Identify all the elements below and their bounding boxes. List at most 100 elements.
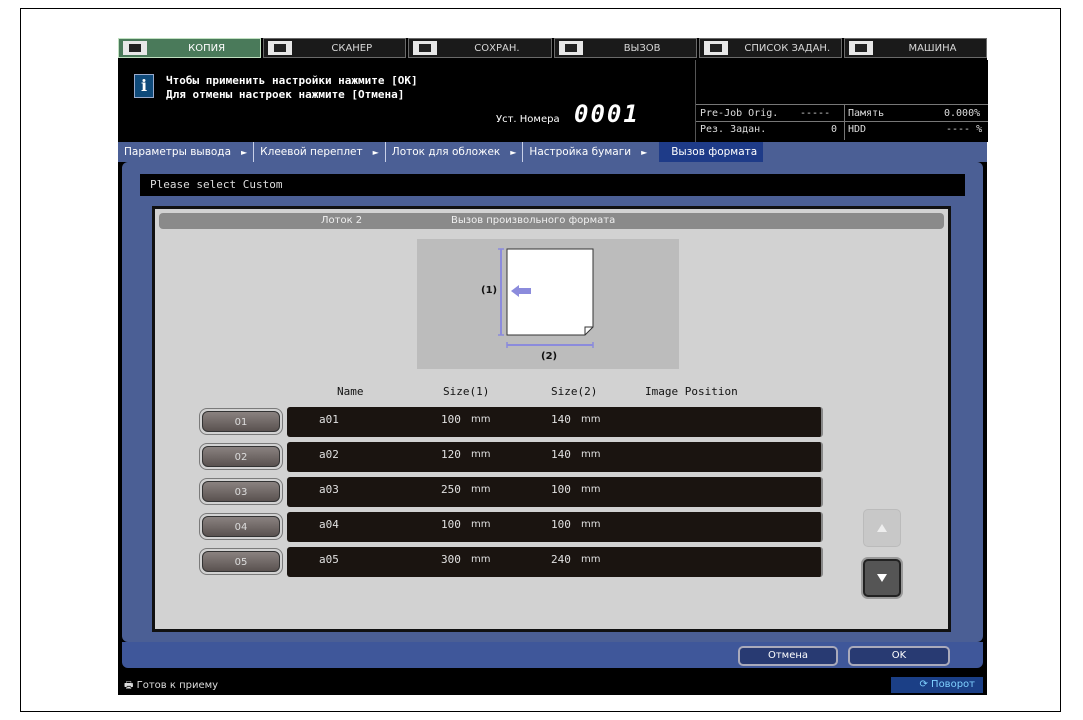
row-size1: 120 xyxy=(441,448,461,461)
tab-job-list[interactable]: СПИСОК ЗАДАН. xyxy=(698,38,842,58)
column-image-position: Image Position xyxy=(645,385,738,398)
main-panel: Please select Custom Лоток 2 Вызов произ… xyxy=(122,162,983,642)
row-size2: 140 xyxy=(551,448,571,461)
scanner-icon xyxy=(268,41,293,55)
save-icon xyxy=(413,41,438,55)
select-row-04-button[interactable]: 04 xyxy=(199,513,283,540)
breadcrumb-glue-binding[interactable]: Клеевой переплет ► xyxy=(253,142,385,162)
row-size1: 100 xyxy=(441,413,461,426)
breadcrumb-label: Вызов формата xyxy=(671,146,758,158)
tab-label: СКАНЕР xyxy=(331,42,373,54)
breadcrumb-paper-setting[interactable]: Настройка бумаги ► xyxy=(522,142,653,162)
message-line-2: Для отмены настроек нажмите [Отмена] xyxy=(166,88,405,101)
row-size2: 140 xyxy=(551,413,571,426)
row-name: a02 xyxy=(319,448,339,461)
row-size1-unit: mm xyxy=(471,449,491,460)
jobs-value: 0 xyxy=(831,124,838,135)
select-row-05-button[interactable]: 05 xyxy=(199,548,283,575)
dialog-title: Вызов произвольного формата xyxy=(451,215,616,226)
breadcrumb-cover-tray[interactable]: Лоток для обложек ► xyxy=(384,142,523,162)
copy-counter: 0001 xyxy=(574,100,640,128)
table-row: a03 250 mm 100 mm xyxy=(287,477,823,507)
copy-icon xyxy=(123,41,147,55)
row-size2: 100 xyxy=(551,518,571,531)
scroll-down-button[interactable] xyxy=(863,559,901,597)
info-icon: i xyxy=(134,74,154,98)
row-name: a03 xyxy=(319,483,339,496)
dimension-2-label: (2) xyxy=(541,351,558,362)
row-size2: 240 xyxy=(551,553,571,566)
tab-scanner[interactable]: СКАНЕР xyxy=(263,38,407,58)
cancel-button[interactable]: Отмена xyxy=(738,646,838,666)
job-list-icon xyxy=(703,41,728,55)
mode-tabs: КОПИЯ СКАНЕР СОХРАН. ВЫЗОВ СПИСОК ЗАДАН.… xyxy=(118,38,988,60)
status-footer: 🖶 Готов к приему ⟳ Поворот xyxy=(118,675,987,695)
column-name: Name xyxy=(337,385,364,398)
status-panel: Pre-Job Orig. ----- Рез. Задан. 0 Память… xyxy=(695,60,988,142)
row-size1-unit: mm xyxy=(471,484,491,495)
jobs-label: Рез. Задан. xyxy=(700,124,767,135)
rotate-button[interactable]: ⟳ Поворот xyxy=(891,677,983,693)
tab-label: СПИСОК ЗАДАН. xyxy=(744,42,831,54)
rotate-icon: ⟳ xyxy=(919,679,928,690)
arrow-right-icon: ► xyxy=(241,147,248,157)
message-area: i Чтобы применить настройки нажмите [OK]… xyxy=(118,60,695,142)
machine-icon xyxy=(848,41,873,55)
prejob-value: ----- xyxy=(800,108,831,119)
column-size1: Size(1) xyxy=(443,385,490,398)
row-size2: 100 xyxy=(551,483,571,496)
arrow-right-icon: ► xyxy=(372,147,379,157)
prejob-label: Pre-Job Orig. xyxy=(700,108,779,119)
tab-label: КОПИЯ xyxy=(188,42,226,54)
counter-label: Уст. Номера xyxy=(496,114,560,125)
rotate-label: Поворот xyxy=(931,679,975,690)
select-row-03-button[interactable]: 03 xyxy=(199,478,283,505)
triangle-up-icon xyxy=(877,524,887,532)
row-size2-unit: mm xyxy=(581,449,601,460)
row-size1: 250 xyxy=(441,483,461,496)
breadcrumb: Параметры вывода ► Клеевой переплет ► Лото… xyxy=(118,142,987,162)
tab-save[interactable]: СОХРАН. xyxy=(408,38,552,58)
table-row: a01 100 mm 140 mm xyxy=(287,407,823,437)
table-row: a02 120 mm 140 mm xyxy=(287,442,823,472)
tab-label: ВЫЗОВ xyxy=(623,42,661,54)
breadcrumb-recall-format: Вызов формата xyxy=(659,142,764,162)
row-size1-unit: mm xyxy=(471,554,491,565)
breadcrumb-label: Клеевой переплет xyxy=(260,146,363,158)
status-divider xyxy=(844,104,845,140)
row-size2-unit: mm xyxy=(581,414,601,425)
ready-label: Готов к приему xyxy=(136,680,219,691)
panel-title: Please select Custom xyxy=(140,174,965,196)
printer-icon: 🖶 xyxy=(124,680,134,691)
arrow-right-icon: ► xyxy=(641,147,648,157)
ok-button[interactable]: OK xyxy=(848,646,950,666)
row-size2-unit: mm xyxy=(581,554,601,565)
triangle-down-icon xyxy=(877,574,887,582)
dialog-header: Лоток 2 Вызов произвольного формата xyxy=(159,213,944,229)
tab-machine[interactable]: МАШИНА xyxy=(843,38,988,58)
table-row: a05 300 mm 240 mm xyxy=(287,547,823,577)
breadcrumb-label: Настройка бумаги xyxy=(529,146,632,158)
row-size2-unit: mm xyxy=(581,484,601,495)
column-size2: Size(2) xyxy=(551,385,598,398)
memory-value: 0.000% xyxy=(944,108,981,119)
custom-size-dialog: Лоток 2 Вызов произвольного формата (1) … xyxy=(152,206,951,632)
row-name: a01 xyxy=(319,413,339,426)
row-size1-unit: mm xyxy=(471,414,491,425)
tray-label: Лоток 2 xyxy=(321,215,363,226)
table-row: a04 100 mm 100 mm xyxy=(287,512,823,542)
status-divider xyxy=(696,121,988,122)
memory-label: Память xyxy=(848,108,885,119)
select-row-01-button[interactable]: 01 xyxy=(199,408,283,435)
breadcrumb-output-params[interactable]: Параметры вывода ► xyxy=(118,142,253,162)
row-size2-unit: mm xyxy=(581,519,601,530)
tab-recall[interactable]: ВЫЗОВ xyxy=(553,38,697,58)
scroll-up-button[interactable] xyxy=(863,509,901,547)
row-size1: 300 xyxy=(441,553,461,566)
paper-diagram-icon xyxy=(498,248,594,348)
row-size1: 100 xyxy=(441,518,461,531)
tab-copy[interactable]: КОПИЯ xyxy=(118,38,262,58)
breadcrumb-label: Лоток для обложек xyxy=(391,146,501,158)
select-row-02-button[interactable]: 02 xyxy=(199,443,283,470)
row-name: a05 xyxy=(319,553,339,566)
